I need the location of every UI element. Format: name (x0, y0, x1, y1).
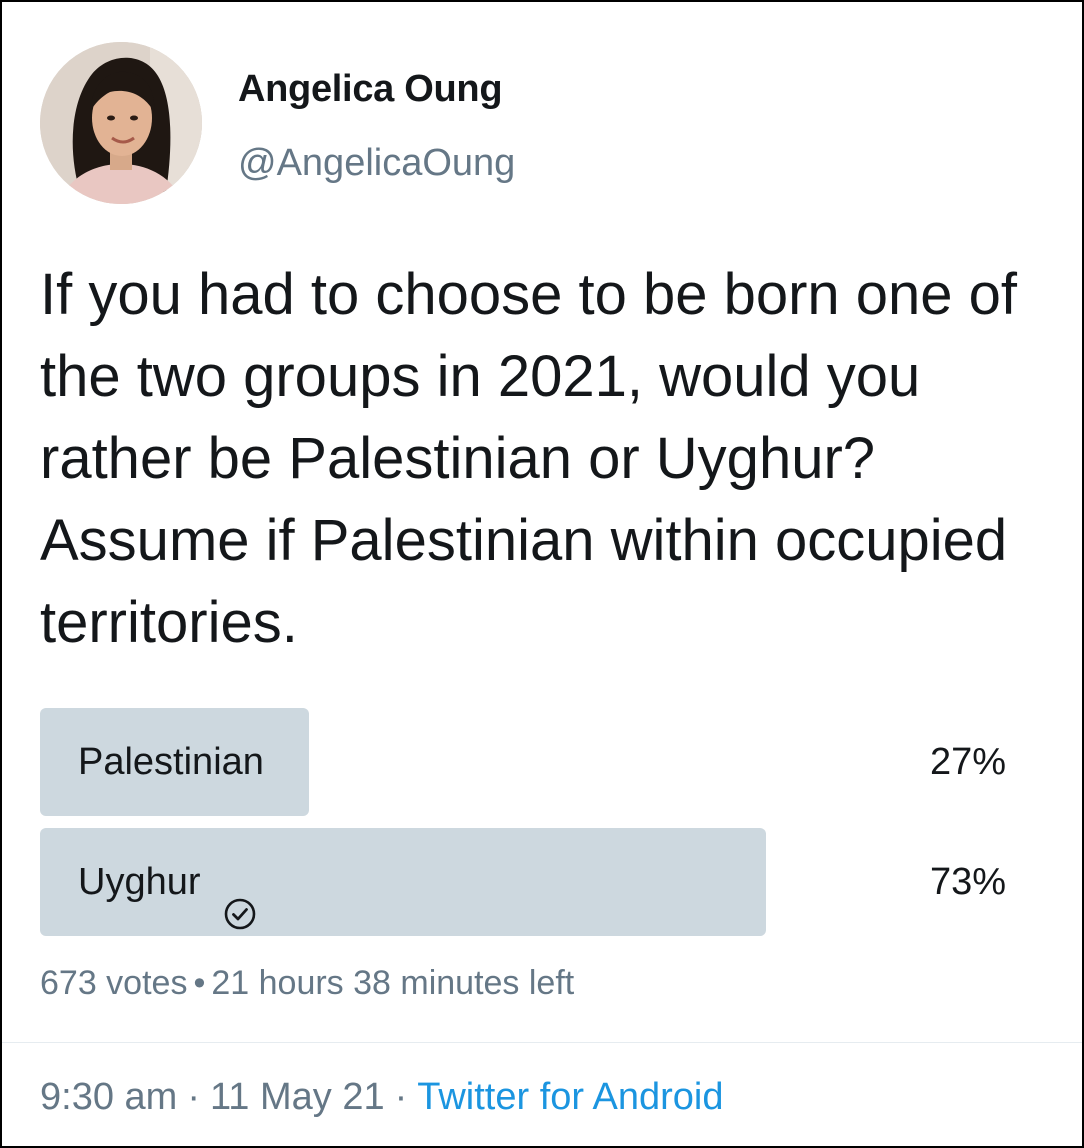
tweet-date[interactable]: 11 May 21 (210, 1076, 385, 1118)
tweet-footer: 9:30 am · 11 May 21 · Twitter for Android (40, 1076, 724, 1119)
profile-photo-icon (40, 42, 202, 204)
author-handle[interactable]: @AngelicaOung (238, 142, 515, 185)
poll-option-percent: 27% (929, 741, 1006, 783)
check-circle-icon (223, 865, 257, 930)
poll-option-label: Palestinian (78, 708, 264, 816)
author-display-name[interactable]: Angelica Oung (238, 68, 503, 111)
footer-separator: · (394, 1076, 408, 1118)
poll-meta: 673 votes • 21 hours 38 minutes left (40, 964, 574, 1003)
avatar[interactable] (40, 42, 202, 204)
tweet-time[interactable]: 9:30 am (40, 1076, 177, 1118)
poll-time-left: 21 hours 38 minutes left (211, 964, 575, 1002)
poll-option-label: Uyghur (78, 828, 257, 936)
poll-vote-count: 673 votes (40, 964, 188, 1002)
poll-option-uyghur: Uyghur 73% (40, 828, 1006, 936)
poll-option-percent: 73% (929, 861, 1006, 903)
divider (2, 1042, 1082, 1043)
tweet-card: Angelica Oung @AngelicaOung If you had t… (0, 0, 1084, 1148)
poll-option-text: Uyghur (78, 861, 201, 903)
tweet-source-link[interactable]: Twitter for Android (417, 1076, 723, 1118)
poll-option-text: Palestinian (78, 741, 264, 783)
poll: Palestinian 27% Uyghur 73% (40, 708, 1006, 948)
footer-separator: · (187, 1076, 200, 1118)
tweet-text: If you had to choose to be born one of t… (40, 262, 1018, 655)
poll-meta-separator: • (193, 964, 206, 1002)
poll-option-palestinian: Palestinian 27% (40, 708, 1006, 816)
